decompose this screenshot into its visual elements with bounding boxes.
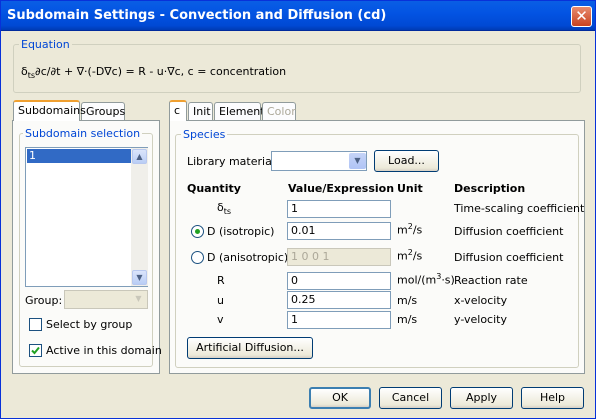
select-by-group-label: Select by group: [46, 318, 133, 331]
artificial-diffusion-label: Artificial Diffusion...: [196, 341, 304, 354]
description-r: Reaction rate: [454, 274, 528, 287]
description-v: y-velocity: [454, 313, 507, 326]
quantity-delta-ts: δts: [217, 201, 231, 216]
window-title: Subdomain Settings - Convection and Diff…: [7, 8, 387, 23]
equation-prefix: δ: [21, 65, 28, 78]
equation-prefix-sub: ts: [27, 71, 36, 81]
unit-d-iso-tail: /s: [412, 223, 423, 237]
chevron-down-icon[interactable]: ▼: [349, 153, 366, 169]
unit-r: mol/(m3·s): [397, 272, 455, 287]
quantity-d-anisotropic: D (anisotropic): [207, 251, 289, 264]
species-group-label: Species: [181, 128, 228, 141]
unit-v: m/s: [397, 313, 418, 326]
tab-element-label: Element: [219, 105, 265, 118]
quantity-v: v: [217, 313, 224, 326]
d-anisotropic-radio[interactable]: [191, 251, 204, 264]
unit-d-aniso-base: m: [397, 249, 408, 263]
quantity-delta-sub: ts: [223, 207, 232, 217]
quantity-r: R: [217, 274, 225, 287]
dialog-window: Subdomain Settings - Convection and Diff…: [0, 0, 596, 419]
cancel-label: Cancel: [391, 391, 430, 404]
active-in-domain-label: Active in this domain: [46, 344, 162, 357]
value-r-input[interactable]: 0: [287, 272, 391, 290]
radio-selected-dot: [195, 229, 200, 234]
tab-c[interactable]: c: [169, 100, 187, 121]
artificial-diffusion-button[interactable]: Artificial Diffusion...: [187, 337, 313, 359]
library-material-label: Library material:: [187, 155, 279, 168]
cancel-button[interactable]: Cancel: [379, 387, 442, 409]
load-button-label: Load...: [388, 154, 425, 167]
unit-d-iso-base: m: [397, 223, 408, 237]
header-value: Value/Expression: [288, 182, 395, 195]
list-item[interactable]: 1: [27, 149, 132, 163]
tab-color: Color: [262, 102, 296, 122]
help-label: Help: [539, 391, 566, 404]
group-select[interactable]: ▼: [64, 290, 148, 309]
description-u: x-velocity: [454, 294, 508, 307]
unit-r-base: mol/(m: [397, 273, 437, 287]
select-by-group-checkbox[interactable]: [29, 318, 42, 331]
active-in-domain-checkbox[interactable]: [29, 344, 42, 357]
equation-body: ∂c/∂t + ∇·(-D∇c) = R - u·∇c, c = concent…: [35, 65, 287, 78]
subdomain-list[interactable]: 1 ▲ ▼: [25, 147, 148, 287]
header-unit: Unit: [397, 182, 423, 195]
description-d-isotropic: Diffusion coefficient: [454, 225, 564, 238]
tab-subdomains[interactable]: Subdomains: [13, 100, 86, 121]
ok-label: OK: [332, 391, 348, 404]
load-button[interactable]: Load...: [374, 150, 439, 172]
scroll-down-icon[interactable]: ▼: [132, 270, 147, 285]
chevron-down-icon[interactable]: ▼: [130, 291, 147, 307]
tab-element[interactable]: Element: [214, 102, 265, 122]
description-delta-ts: Time-scaling coefficient: [454, 202, 585, 215]
tab-subdomains-label: Subdomains: [18, 104, 86, 117]
unit-u: m/s: [397, 294, 418, 307]
quantity-u: u: [217, 294, 224, 307]
unit-d-isotropic: m2/s: [397, 222, 422, 237]
group-label: Group:: [25, 294, 63, 307]
d-isotropic-radio[interactable]: [191, 225, 204, 238]
tab-groups[interactable]: Groups: [81, 102, 125, 122]
close-icon[interactable]: ✕: [571, 6, 592, 27]
ok-button[interactable]: OK: [309, 387, 371, 409]
value-d-isotropic-input[interactable]: 0.01: [287, 222, 391, 240]
header-description: Description: [454, 182, 526, 195]
list-scrollbar[interactable]: ▲ ▼: [131, 148, 148, 286]
unit-r-tail: ·s): [441, 273, 455, 287]
tab-init[interactable]: Init: [188, 102, 213, 122]
quantity-delta-symbol: δ: [217, 201, 224, 214]
quantity-d-isotropic: D (isotropic): [207, 225, 275, 238]
value-v-input[interactable]: 1: [287, 311, 391, 329]
subdomain-selection-label: Subdomain selection: [23, 127, 143, 140]
tab-c-label: c: [174, 104, 181, 117]
scroll-up-icon[interactable]: ▲: [132, 149, 147, 164]
apply-button[interactable]: Apply: [450, 387, 513, 409]
description-d-anisotropic: Diffusion coefficient: [454, 251, 564, 264]
equation-group-label: Equation: [19, 38, 72, 51]
tab-groups-label: Groups: [86, 105, 126, 118]
value-u-input[interactable]: 0.25: [287, 291, 391, 309]
apply-label: Apply: [465, 391, 498, 404]
help-button[interactable]: Help: [521, 387, 584, 409]
value-d-anisotropic-input: 1 0 0 1: [287, 248, 391, 266]
unit-d-aniso-tail: /s: [412, 249, 423, 263]
value-delta-ts-input[interactable]: 1: [287, 200, 391, 218]
unit-d-anisotropic: m2/s: [397, 248, 422, 263]
header-quantity: Quantity: [187, 182, 241, 195]
tab-color-label: Color: [267, 105, 296, 118]
tab-init-label: Init: [193, 105, 211, 118]
check-icon: [31, 346, 40, 355]
library-material-select[interactable]: ▼: [271, 151, 367, 171]
title-bar[interactable]: Subdomain Settings - Convection and Diff…: [1, 1, 595, 31]
equation-text: δts∂c/∂t + ∇·(-D∇c) = R - u·∇c, c = conc…: [21, 65, 286, 80]
